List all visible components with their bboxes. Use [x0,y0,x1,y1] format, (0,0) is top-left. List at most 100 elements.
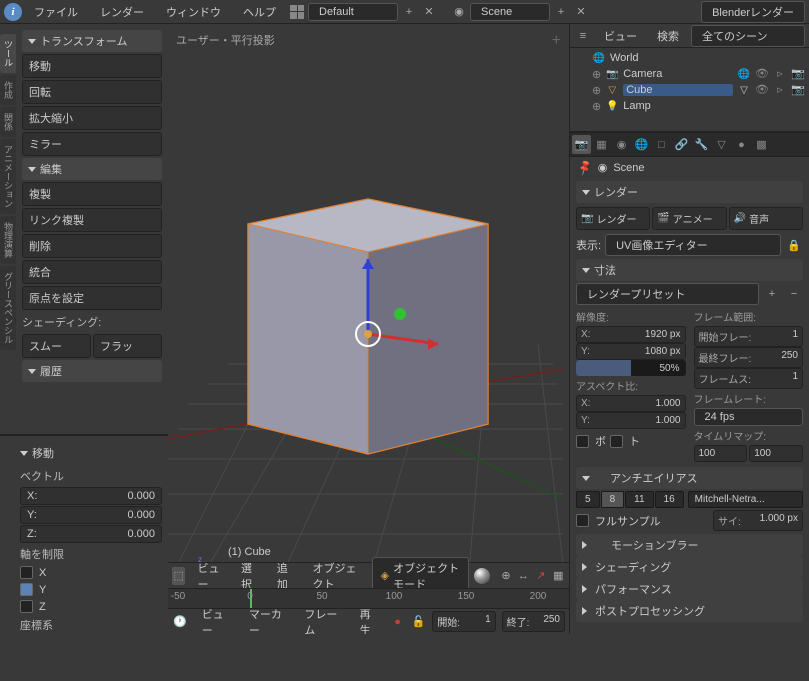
timeline-editor-icon[interactable]: 🕐 [172,613,188,631]
prop-tab-render[interactable]: 📷 [572,135,591,154]
history-panel-header[interactable]: 履歴 [22,360,162,382]
filter-size-field[interactable]: サイ:1.000 px [713,510,803,531]
prop-tab-constraints[interactable]: 🔗 [672,135,691,154]
vector-x-field[interactable]: X:0.000 [20,487,162,505]
toolshelf-tab-animation[interactable]: アニメーション [0,139,16,214]
outliner-item-world[interactable]: 🌐World [574,50,805,66]
display-mode-dropdown[interactable]: UV画像エディター [605,234,781,256]
viewport-shading-icon[interactable] [473,567,491,585]
prop-tab-data[interactable]: ▽ [712,135,731,154]
preset-add-icon[interactable]: + [763,285,781,303]
render-animation-button[interactable]: 🎬アニメー [652,207,726,230]
outliner-item-cube[interactable]: ⊕▽Cube▽👁▹📷 [574,82,805,98]
frame-step-field[interactable]: フレームス:1 [694,368,804,389]
outliner-item-lamp[interactable]: ⊕💡Lamp [574,98,805,114]
translate-button[interactable]: 移動 [22,54,162,78]
keying-lock-icon[interactable]: 🔓 [411,613,427,631]
layers-icon[interactable]: ▦ [552,567,565,585]
frame-start-field[interactable]: 開始:1 [432,611,495,632]
render-engine-dropdown[interactable]: Blenderレンダー [701,1,805,23]
prop-tab-object[interactable]: □ [652,135,671,154]
aa-samples-5[interactable]: 5 [576,491,600,508]
resolution-y-field[interactable]: Y:1080 px [576,343,686,360]
render-toggle-icon[interactable]: 📷 [791,67,805,81]
frame-rate-dropdown[interactable]: 24 fps [694,408,804,426]
edit-panel-header[interactable]: 編集 [22,158,162,180]
toolshelf-tab-relations[interactable]: 関係 [0,107,16,137]
render-preset-dropdown[interactable]: レンダープリセット [576,283,759,305]
vector-z-field[interactable]: Z:0.000 [20,525,162,543]
border-checkbox[interactable]: ボ [576,431,606,451]
manipulator-icon[interactable]: ↔ [517,567,530,585]
autokey-icon[interactable]: ● [390,613,404,631]
viewport-expand-icon[interactable]: + [552,32,561,50]
aspect-x-field[interactable]: X:1.000 [576,395,686,412]
vector-y-field[interactable]: Y:0.000 [20,506,162,524]
performance-section-header[interactable]: パフォーマンス [576,578,803,600]
toolshelf-tab-physics[interactable]: 物理演算 [0,216,16,264]
menu-file[interactable]: ファイル [24,1,88,23]
pin-icon[interactable]: 📌 [576,158,594,176]
aa-filter-dropdown[interactable]: Mitchell-Netra... [688,491,803,508]
duplicate-button[interactable]: 複製 [22,182,162,206]
scene-browse-icon[interactable]: ◉ [450,3,468,21]
dimensions-section-header[interactable]: 寸法 [576,259,803,281]
3d-viewport[interactable]: z y x ユーザー・平行投影 + (1) Cube ⬚ ビュー 選択 追加 オ… [168,24,569,634]
editor-type-icon[interactable]: ⬚ [172,567,185,585]
toolshelf-tab-greasepencil[interactable]: グリースペンシル [0,266,16,350]
prop-tab-texture[interactable]: ▩ [752,135,771,154]
render-image-button[interactable]: 📷レンダー [576,207,650,230]
ol-menu-search[interactable]: 検索 [649,25,687,47]
transform-panel-header[interactable]: トランスフォーム [22,30,162,52]
constrain-x[interactable]: X [20,564,162,581]
menu-help[interactable]: ヘルプ [233,1,286,23]
aa-samples-16[interactable]: 16 [655,491,684,508]
frame-start-field[interactable]: 開始フレー:1 [694,326,804,347]
prop-tab-scene[interactable]: ◉ [612,135,631,154]
crop-checkbox[interactable]: ト [610,431,640,451]
aa-enable-checkbox[interactable] [594,472,606,484]
frame-end-field[interactable]: 最終フレー:250 [694,347,804,368]
shade-smooth-button[interactable]: スムー [22,334,91,358]
render-audio-button[interactable]: 🔊音声 [729,207,803,230]
delete-button[interactable]: 削除 [22,234,162,258]
outliner-item-camera[interactable]: ⊕📷Camera🌐👁▹📷 [574,66,805,82]
constrain-y[interactable]: Y [20,581,162,598]
lock-icon[interactable]: 🔒 [785,236,803,254]
mblur-enable-checkbox[interactable] [595,539,607,551]
scale-button[interactable]: 拡大縮小 [22,106,162,130]
scene-remove-icon[interactable]: ✕ [572,3,590,21]
layout-add-icon[interactable]: + [400,3,418,21]
prop-tab-render-layers[interactable]: ▦ [592,135,611,154]
outliner-display-dropdown[interactable]: 全てのシーン [691,25,805,47]
menu-render[interactable]: レンダー [90,1,154,23]
screen-layout-dropdown[interactable]: Default [308,3,398,21]
postprocessing-section-header[interactable]: ポストプロセッシング [576,600,803,622]
ol-menu-view[interactable]: ビュー [596,25,645,47]
duplicate-linked-button[interactable]: リンク複製 [22,208,162,232]
shade-flat-button[interactable]: フラッ [93,334,162,358]
layout-remove-icon[interactable]: ✕ [420,3,438,21]
breadcrumb-scene[interactable]: Scene [613,162,644,174]
layout-grid-icon[interactable] [288,3,306,21]
remap-old-field[interactable]: 100 [694,445,748,462]
menu-window[interactable]: ウィンドウ [156,1,231,23]
shading-section-header[interactable]: シェーディング [576,556,803,578]
aa-samples-8[interactable]: 8 [601,491,625,508]
info-icon[interactable]: i [4,3,22,21]
mirror-button[interactable]: ミラー [22,132,162,156]
resolution-percentage-slider[interactable]: 50% [576,360,686,376]
rotate-button[interactable]: 回転 [22,80,162,104]
prop-tab-world[interactable]: 🌐 [632,135,651,154]
resolution-x-field[interactable]: X:1920 px [576,326,686,343]
pivot-icon[interactable]: ⊕ [499,567,512,585]
motion-blur-section-header[interactable]: モーションブラー [576,534,803,556]
toolshelf-tab-tools[interactable]: ツール [0,34,16,73]
orientation-icon[interactable]: ↗ [534,567,547,585]
scene-name-field[interactable]: Scene [470,3,550,21]
scene-add-icon[interactable]: + [552,3,570,21]
prop-tab-material[interactable]: ● [732,135,751,154]
visibility-toggle-icon[interactable]: 👁 [755,67,769,81]
select-toggle-icon[interactable]: ▹ [773,67,787,81]
timeline-ruler[interactable]: -50 0 50 100 150 200 [168,588,569,608]
